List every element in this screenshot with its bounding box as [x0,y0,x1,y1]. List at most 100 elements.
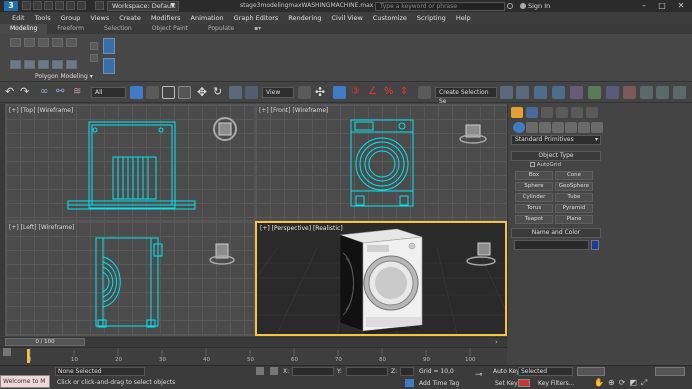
tab-freeform[interactable]: Freeform [47,24,94,34]
object-color-swatch[interactable] [591,240,599,250]
keyboard-shortcut-override-icon[interactable] [333,86,346,99]
viewport-perspective[interactable]: [+] [Perspective] [Realistic] [255,221,507,336]
redo-icon[interactable]: ↷ [20,86,33,99]
name-color-rollout[interactable]: Name and Color [511,228,601,238]
viewport-front[interactable]: [+] [Front] [Wireframe] [255,104,507,221]
toggle-ribbon-icon[interactable] [570,86,583,99]
ribbon-tool-icon[interactable] [52,60,63,69]
menu-graph-editors[interactable]: Graph Editors [234,14,279,22]
sphere-button[interactable]: Sphere [515,182,553,191]
app-logo-icon[interactable]: 3 [4,1,18,11]
x-coord-field[interactable] [292,367,334,376]
select-by-name-icon[interactable] [146,86,159,99]
placement-icon[interactable] [245,86,258,99]
geometry-icon[interactable] [513,122,525,133]
tab-modeling[interactable]: Modeling [0,24,48,34]
toggle-layer-explorer-icon[interactable] [552,86,565,99]
absolute-mode-icon[interactable] [270,367,278,375]
menu-rendering[interactable]: Rendering [288,14,321,22]
pyramid-button[interactable]: Pyramid [555,204,593,213]
link-icon[interactable]: ∞ [40,86,53,99]
time-slider-next-icon[interactable]: › [495,338,498,346]
menu-customize[interactable]: Customize [373,14,407,22]
lock-selection-icon[interactable] [256,367,264,375]
playback-controls[interactable] [577,367,605,376]
menu-tools[interactable]: Tools [35,14,51,22]
close-button[interactable]: ✕ [672,0,690,12]
snaps-toggle-icon[interactable]: ③ [351,86,364,99]
set-key-icon[interactable] [518,379,530,387]
time-slider-thumb[interactable]: 0 / 100 [5,338,85,346]
geosphere-button[interactable]: GeoSphere [555,182,593,191]
display-tab-icon[interactable] [571,107,583,118]
autogrid-checkbox[interactable]: AutoGrid [530,162,561,168]
hierarchy-tab-icon[interactable] [541,107,553,118]
curve-editor-icon[interactable] [588,86,601,99]
menu-civil-view[interactable]: Civil View [331,14,362,22]
shapes-icon[interactable] [526,122,538,133]
plane-button[interactable]: Plane [555,215,593,224]
tab-selection[interactable]: Selection [94,24,142,34]
percent-snap-icon[interactable]: % [384,86,397,99]
menu-scripting[interactable]: Scripting [417,14,446,22]
unlink-icon[interactable]: ⚯ [56,86,69,99]
align-icon[interactable] [516,86,529,99]
rectangular-selection-icon[interactable] [162,86,175,99]
teapot-button[interactable]: Teapot [515,215,553,224]
undo-icon[interactable]: ↶ [5,86,18,99]
helpers-icon[interactable] [565,122,577,133]
ribbon-tool-icon[interactable] [38,60,49,69]
project-folder-icon[interactable] [77,1,86,10]
tube-button[interactable]: Tube [555,193,593,202]
schematic-view-icon[interactable] [606,86,619,99]
material-editor-icon[interactable] [623,86,636,99]
ribbon-tool-icon[interactable] [103,38,115,54]
new-file-icon[interactable] [22,1,31,10]
y-coord-field[interactable] [346,367,388,376]
viewport-left[interactable]: [+] [Left] [Wireframe] [5,221,255,336]
ribbon-tool-icon[interactable] [24,60,35,69]
modify-tab-icon[interactable] [526,107,538,118]
ribbon-options-icon[interactable]: ▪▾ [244,24,271,34]
selection-filter-dropdown[interactable]: All [91,87,126,98]
cone-button[interactable]: Cone [555,171,593,180]
viewport-top[interactable]: [+] [Top] [Wireframe] [5,104,255,221]
ribbon-panel-label[interactable]: Polygon Modeling ▾ [35,73,93,80]
set-key-button[interactable]: Set Key [495,380,518,387]
ribbon-tool-icon[interactable] [52,38,63,47]
window-crossing-icon[interactable] [178,86,191,99]
space-warps-icon[interactable] [578,122,590,133]
ribbon-tool-icon[interactable] [103,58,115,74]
select-object-icon[interactable] [130,86,143,99]
redo-icon[interactable] [66,1,75,10]
render-production-icon[interactable] [673,86,686,99]
menu-modifiers[interactable]: Modifiers [151,14,181,22]
maxscript-listener[interactable]: Welcome to M [0,375,50,388]
object-name-field[interactable] [514,240,589,250]
open-file-icon[interactable] [33,1,42,10]
rotate-icon[interactable]: ↻ [213,86,226,99]
move-icon[interactable]: ✥ [197,86,210,99]
scale-icon[interactable] [229,86,242,99]
mirror-icon[interactable] [500,86,513,99]
search-input[interactable]: Type a keyword or phrase [375,2,505,11]
key-mode-dropdown[interactable]: Selected [518,367,573,376]
bind-space-warp-icon[interactable]: ≋ [73,86,86,99]
key-icon[interactable]: ⊸ [475,370,483,380]
tab-object-paint[interactable]: Object Paint [142,24,198,34]
menu-views[interactable]: Views [90,14,109,22]
key-filters-button[interactable]: Key Filters... [538,380,575,387]
ribbon-tool-icon[interactable] [66,60,77,69]
ribbon-tool-icon[interactable] [90,42,98,50]
z-coord-field[interactable] [400,367,414,376]
auto-key-button[interactable]: Auto Key [493,368,520,375]
box-button[interactable]: Box [515,171,553,180]
add-time-tag[interactable]: Add Time Tag [419,380,459,387]
systems-icon[interactable] [591,122,603,133]
current-frame-field[interactable] [655,367,685,376]
spinner-snap-icon[interactable]: ⇕ [400,86,413,99]
create-tab-icon[interactable] [511,107,523,118]
torus-button[interactable]: Torus [515,204,553,213]
rendered-frame-window-icon[interactable] [656,86,669,99]
select-manipulate-icon[interactable]: ✣ [315,86,328,99]
